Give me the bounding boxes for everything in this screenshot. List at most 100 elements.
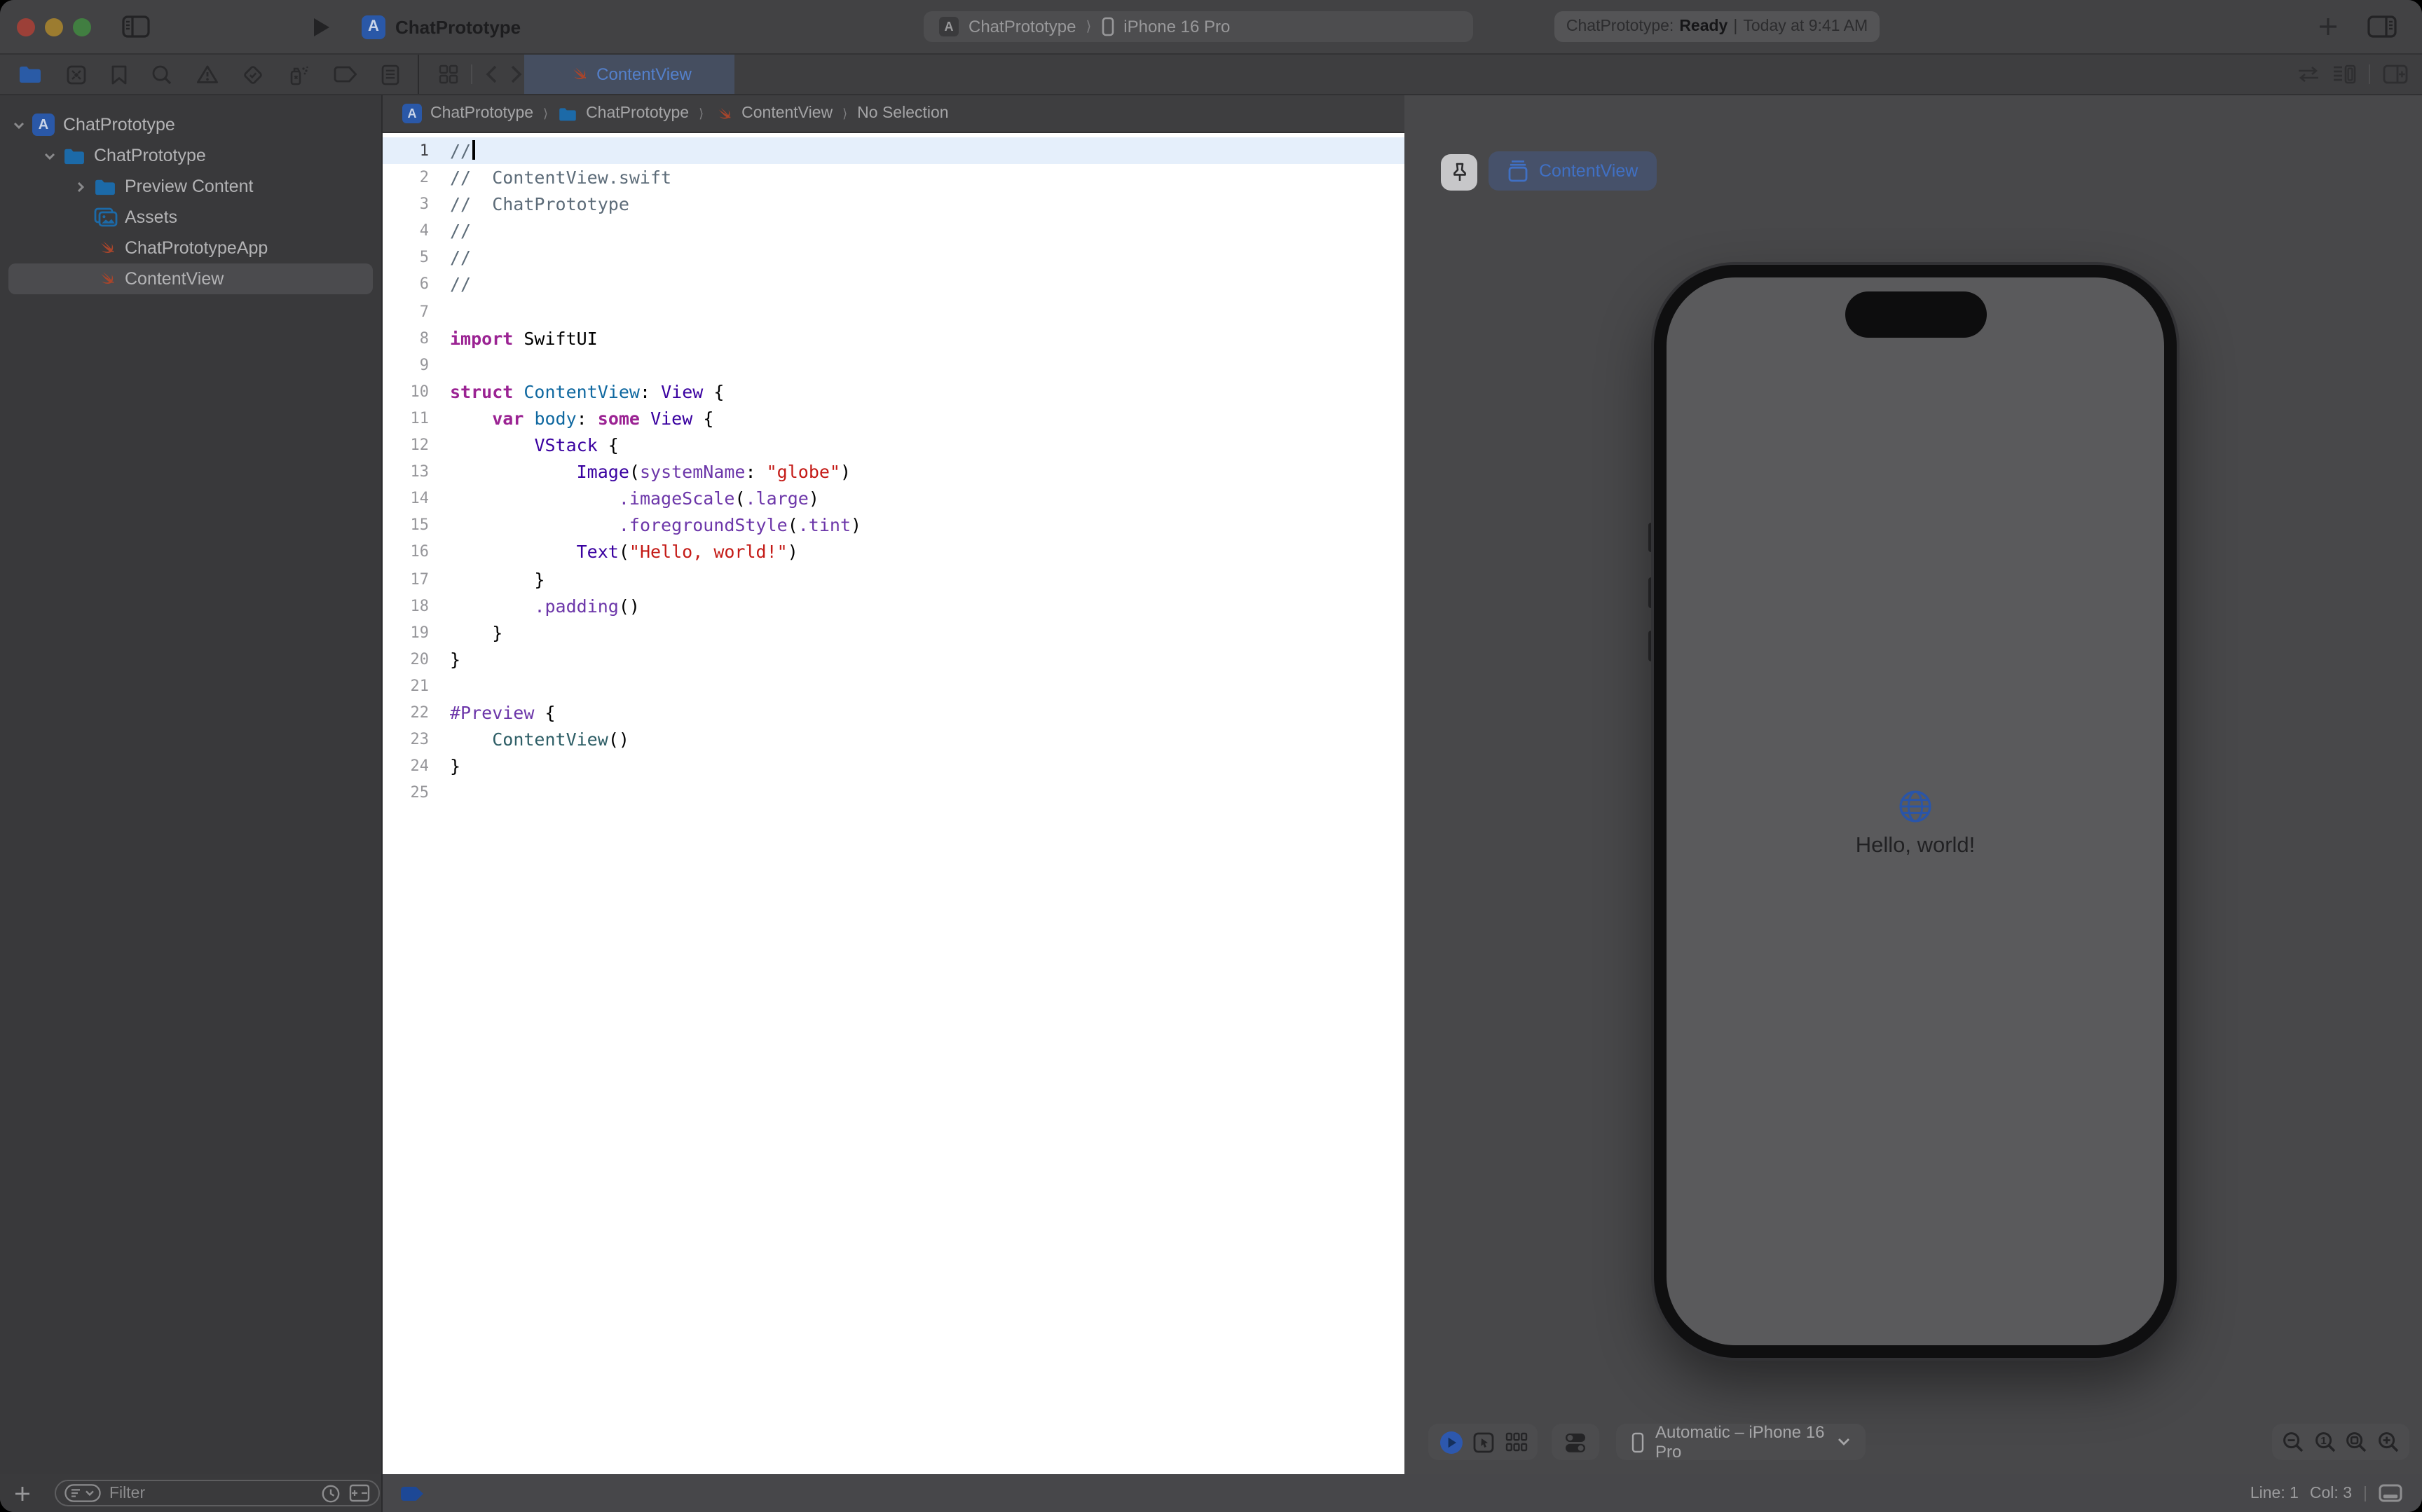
preview-target-pill[interactable]: ContentView [1489,151,1657,191]
folder-icon [93,177,118,195]
toggle-inspector-icon[interactable] [2367,15,2397,38]
live-preview-button[interactable] [1439,1430,1463,1454]
sidebar-item-chatprototype[interactable]: ChatPrototype [0,140,381,171]
show-changes-icon[interactable] [349,1484,370,1502]
status-detail: Today at 9:41 AM [1743,18,1868,35]
tests-navigator-icon[interactable] [242,64,264,85]
go-forward-icon[interactable] [510,64,523,84]
window-status-bar: Filter Line: 1 Col: 3 | [0,1474,2422,1512]
pin-preview-button[interactable] [1441,154,1477,191]
source-editor[interactable]: 1//2// ContentView.swift 3// ChatPrototyp… [383,133,1404,1474]
code-line[interactable]: 1// [383,137,1404,165]
code-line[interactable]: 10 struct ContentView: View { [383,378,1404,405]
sidebar-item-chatprototype[interactable]: A ChatPrototype [0,109,381,140]
window-title-group: A ChatPrototype [362,15,521,39]
filter-field[interactable]: Filter [55,1480,380,1506]
code-line[interactable]: 24} [383,752,1404,779]
zoom-in-button[interactable] [2377,1431,2400,1453]
issues-navigator-icon[interactable] [196,64,219,84]
debug-navigator-icon[interactable] [287,64,310,85]
find-navigator-icon[interactable] [151,64,172,85]
zoom-100-button[interactable]: 1 [2313,1431,2336,1453]
add-file-button[interactable] [14,1485,31,1501]
project-navigator-icon[interactable] [18,64,42,84]
code-line[interactable]: 9 [383,352,1404,378]
canvas-zoom-group: 1 [2272,1424,2409,1460]
code-line[interactable]: 14 .imageScale(.large) [383,485,1404,511]
code-line[interactable]: 12 VStack { [383,432,1404,458]
library-plus-icon[interactable] [2318,17,2338,36]
code-line[interactable]: 13 Image(systemName: "globe") [383,458,1404,485]
code-line[interactable]: 20} [383,646,1404,673]
preview-content: Hello, world! [1667,789,2164,859]
source-control-icon[interactable] [66,64,87,85]
app-icon: A [31,114,56,136]
code-review-icon[interactable] [2297,66,2320,83]
code-line[interactable]: 23 ContentView() [383,726,1404,752]
code-line[interactable]: 5// [383,245,1404,271]
jumpbar-item-project[interactable]: ChatPrototype [430,105,533,122]
disclosure-chevron-icon[interactable] [42,149,56,162]
go-back-icon[interactable] [485,64,498,84]
code-line[interactable]: 16 Text("Hello, world!") [383,539,1404,565]
sidebar-item-chatprototypeapp[interactable]: ChatPrototypeApp [0,233,381,263]
jumpbar-item-group[interactable]: ChatPrototype [586,105,689,122]
selectable-mode-button[interactable] [1473,1431,1494,1452]
sidebar-item-contentview[interactable]: ContentView [0,263,381,294]
device-settings-button[interactable] [1552,1424,1599,1460]
zoom-fit-button[interactable] [2346,1431,2368,1453]
code-line[interactable]: 17 } [383,565,1404,592]
code-line[interactable]: 15 .foregroundStyle(.tint) [383,512,1404,539]
scheme-chevron: ⟩ [1086,19,1092,34]
zoom-window-button[interactable] [73,18,91,36]
sidebar-item-assets[interactable]: Assets [0,202,381,233]
dynamic-island [1845,291,1986,338]
scheme-project[interactable]: ChatPrototype [969,17,1076,36]
code-line[interactable]: 22 #Preview { [383,699,1404,726]
svg-text:1: 1 [2320,1435,2326,1447]
jumpbar-item-selection[interactable]: No Selection [857,105,948,122]
breakpoints-navigator-icon[interactable] [334,66,357,83]
code-line[interactable]: 2// ContentView.swift [383,164,1404,191]
minimize-window-button[interactable] [45,18,63,36]
jumpbar-item-file[interactable]: ContentView [741,105,833,122]
variants-mode-button[interactable] [1505,1432,1527,1452]
breakpoint-indicator-icon[interactable] [401,1486,423,1500]
recent-files-icon[interactable] [321,1483,341,1503]
code-line[interactable]: 4// [383,218,1404,245]
scheme-destination-picker[interactable]: A ChatPrototype ⟩ iPhone 16 Pro [924,11,1473,42]
tab-contentview[interactable]: ContentView [524,55,734,94]
minimap-icon[interactable] [2332,64,2356,84]
filter-placeholder: Filter [109,1485,146,1501]
code-line[interactable]: 25 [383,780,1404,806]
sidebar-item-label: Assets [125,207,178,227]
code-line[interactable]: 7 [383,298,1404,324]
run-button[interactable] [313,16,331,37]
bookmarks-icon[interactable] [111,64,128,85]
editor-bottom-bar-toggle-icon[interactable] [2379,1484,2402,1502]
navigator-bar [0,55,419,94]
code-line[interactable]: 8 import SwiftUI [383,324,1404,351]
filter-options-icon [64,1484,101,1502]
code-line[interactable]: 19 } [383,619,1404,645]
code-line[interactable]: 18 .padding() [383,592,1404,619]
code-line[interactable]: 3// ChatPrototype [383,191,1404,217]
close-window-button[interactable] [17,18,35,36]
add-editor-icon[interactable] [2383,64,2408,84]
iphone-screen[interactable]: Hello, world! [1667,277,2164,1345]
toggle-left-sidebar-icon[interactable] [122,15,150,38]
preview-device-dropdown[interactable]: Automatic – iPhone 16 Pro [1616,1422,1866,1462]
jump-bar[interactable]: A ChatPrototype ⟩ ChatPrototype ⟩ Conten… [383,95,1404,133]
code-line[interactable]: 11 var body: some View { [383,405,1404,432]
zoom-out-button[interactable] [2282,1431,2304,1453]
scheme-destination[interactable]: iPhone 16 Pro [1123,17,1230,36]
folder-icon [62,146,87,165]
related-items-icon[interactable] [439,64,458,84]
reports-navigator-icon[interactable] [381,64,399,85]
code-line[interactable]: 6// [383,271,1404,298]
code-line[interactable]: 21 [383,673,1404,699]
disclosure-chevron-icon[interactable] [73,180,87,193]
disclosure-chevron-icon[interactable] [11,118,25,131]
pin-icon [1453,163,1465,181]
sidebar-item-preview-content[interactable]: Preview Content [0,171,381,202]
